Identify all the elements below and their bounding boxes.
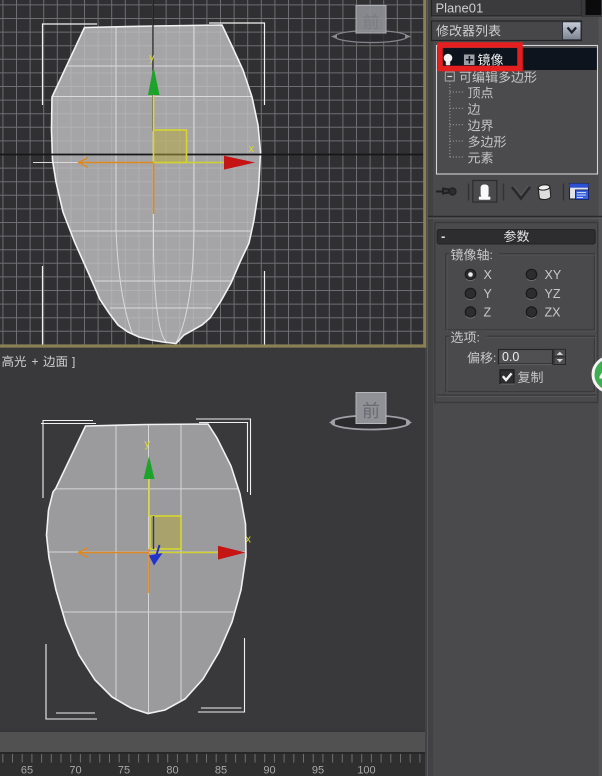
svg-text:75: 75	[118, 765, 130, 776]
svg-text::: :	[490, 248, 493, 262]
svg-text:0.0: 0.0	[502, 350, 519, 364]
svg-text:x: x	[246, 534, 252, 546]
svg-text:y: y	[149, 52, 155, 64]
svg-text:70: 70	[69, 765, 81, 776]
svg-text:-: -	[441, 229, 445, 244]
svg-text:95: 95	[312, 765, 324, 776]
svg-text::: :	[477, 331, 480, 345]
svg-text:]: ]	[72, 355, 75, 369]
svg-text:x: x	[249, 143, 255, 155]
svg-text:X: X	[484, 268, 493, 282]
svg-text:100: 100	[357, 765, 375, 776]
svg-text:85: 85	[215, 765, 227, 776]
svg-text:Z: Z	[484, 306, 492, 320]
svg-text:65: 65	[21, 765, 33, 776]
svg-text:Y: Y	[484, 287, 493, 301]
svg-text:XY: XY	[545, 268, 562, 282]
svg-text:ZX: ZX	[545, 306, 562, 320]
svg-text:Plane01: Plane01	[436, 1, 484, 16]
svg-text:y: y	[145, 438, 151, 450]
svg-text:80: 80	[166, 765, 178, 776]
svg-text::: :	[493, 351, 496, 365]
svg-text:90: 90	[263, 765, 275, 776]
svg-text:YZ: YZ	[545, 287, 561, 301]
svg-text:+: +	[32, 355, 39, 369]
